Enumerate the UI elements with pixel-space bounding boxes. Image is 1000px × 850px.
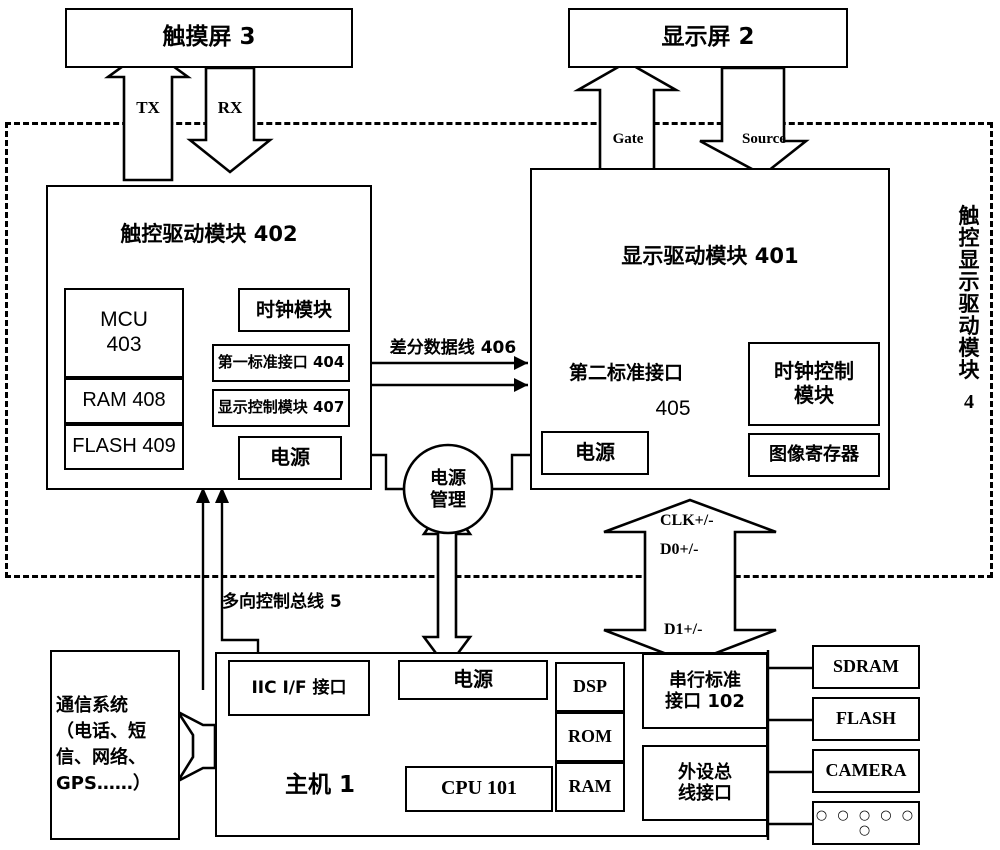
peripheral-links — [766, 650, 812, 840]
enclosure-number: 4 — [964, 391, 974, 414]
display-screen-box: 显示屏 2 — [568, 8, 848, 68]
ram-408-box: RAM 408 — [64, 378, 184, 424]
mcu-403-box: MCU 403 — [64, 288, 184, 378]
rom-box: ROM — [555, 712, 625, 762]
enclosure-vertical-text: 触控显示驱动模块 — [958, 204, 980, 383]
communication-host-arrow — [174, 708, 217, 785]
first-standard-interface-404-box: 第一标准接口 404 — [212, 344, 350, 382]
gate-label: Gate — [612, 131, 644, 147]
host-power-box: 电源 — [398, 660, 548, 700]
peripheral-bus-interface-box: 外设总 线接口 — [642, 745, 768, 821]
power-management-label: 电源 管理 — [430, 468, 466, 511]
d1-label: D1+/- — [664, 621, 703, 638]
second-standard-interface-label: 第二标准接口 — [568, 362, 683, 384]
diagram-canvas: 触摸屏 3 显示屏 2 TX RX Gate Source 触控驱动模块 402… — [0, 0, 1000, 850]
tx-label: TX — [136, 98, 160, 117]
touch-driving-module-title: 触控驱动模块 402 — [120, 222, 298, 246]
cpu-101-box: CPU 101 — [405, 766, 553, 812]
second-standard-interface-number: 405 — [655, 397, 691, 420]
communication-system-box: 通信系统 （电话、短 信、网络、 GPS……） — [50, 650, 180, 840]
display-control-module-407-box: 显示控制模块 407 — [212, 389, 350, 427]
display-module-power-box: 电源 — [541, 431, 649, 475]
control-bus-label: 多向控制总线 5 — [222, 592, 342, 612]
host-ram-box: RAM — [555, 762, 625, 812]
peripheral-sdram-box: SDRAM — [812, 645, 920, 689]
source-label: Source — [742, 131, 786, 147]
rx-label: RX — [217, 98, 243, 117]
differential-data-line-label: 差分数据线 406 — [389, 338, 517, 358]
image-register-box: 图像寄存器 — [748, 433, 880, 477]
touch-module-power-box: 电源 — [238, 436, 342, 480]
iic-interface-box: IIC I/F 接口 — [228, 660, 370, 716]
clock-control-module-box: 时钟控制 模块 — [748, 342, 880, 426]
peripheral-flash-box: FLASH — [812, 697, 920, 741]
peripheral-camera-box: CAMERA — [812, 749, 920, 793]
display-driving-module-title: 显示驱动模块 401 — [621, 244, 799, 268]
d0-label: D0+/- — [660, 541, 699, 558]
enclosure-vertical-label: 触控显示驱动模块 4 — [952, 205, 986, 414]
flash-409-box: FLASH 409 — [64, 424, 184, 470]
host-title: 主机 1 — [284, 772, 355, 798]
peripheral-more-box: ○ ○ ○ ○ ○ ○ — [812, 801, 920, 845]
dsp-box: DSP — [555, 662, 625, 712]
clk-label: CLK+/- — [660, 512, 714, 529]
serial-standard-interface-102-box: 串行标准 接口 102 — [642, 653, 768, 729]
clock-module-box: 时钟模块 — [238, 288, 350, 332]
touch-screen-box: 触摸屏 3 — [65, 8, 353, 68]
